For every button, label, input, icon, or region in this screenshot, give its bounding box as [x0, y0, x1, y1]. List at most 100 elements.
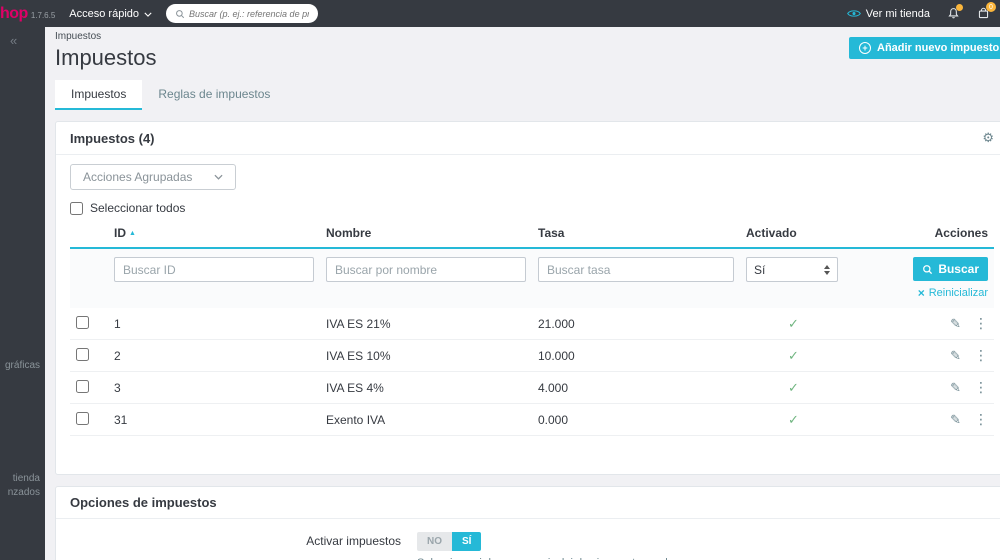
filter-actions: Buscar × Reinicializar: [913, 257, 988, 300]
tax-options-panel: Opciones de impuestos Activar impuestos …: [55, 486, 1000, 560]
global-search[interactable]: [166, 4, 319, 23]
filter-reset-label: Reinicializar: [928, 287, 988, 299]
row-checkbox[interactable]: [76, 379, 89, 393]
column-header-name[interactable]: Nombre: [320, 221, 532, 249]
filter-search-button[interactable]: Buscar: [913, 257, 988, 281]
view-shop-label: Ver mi tienda: [865, 7, 930, 20]
view-shop-link[interactable]: Ver mi tienda: [846, 7, 930, 20]
row-menu-dots-icon[interactable]: ⋮: [974, 379, 988, 396]
tax-options-header: Opciones de impuestos: [56, 487, 1000, 519]
close-icon: ×: [917, 286, 925, 300]
enabled-check-icon[interactable]: ✓: [788, 348, 799, 363]
cell-name: Exento IVA: [320, 403, 532, 436]
header-actions: + Añadir nuevo impuesto Ayuda: [849, 37, 1000, 59]
bulk-actions-dropdown[interactable]: Acciones Agrupadas: [70, 164, 237, 190]
sort-asc-icon: ▲: [129, 230, 136, 237]
cell-rate: 21.000: [532, 308, 740, 340]
enable-taxes-toggle: NO SÍ: [417, 532, 482, 551]
cell-id: 2: [108, 339, 320, 372]
tab-tax-rules[interactable]: Reglas de impuestos: [142, 80, 286, 110]
filter-reset-link[interactable]: × Reinicializar: [918, 286, 988, 300]
cell-rate: 10.000: [532, 339, 740, 372]
quick-access-menu[interactable]: Acceso rápido: [69, 8, 152, 20]
sidebar-item-partial-1[interactable]: gráficas: [5, 360, 40, 371]
quick-access-label: Acceso rápido: [69, 7, 140, 20]
eye-icon: [846, 9, 861, 18]
add-new-tax-label: Añadir nuevo impuesto: [877, 42, 1000, 54]
tax-options-form: Activar impuestos NO SÍ Selecciona si de…: [56, 519, 1000, 560]
page-tabs: Impuestos Reglas de impuestos: [55, 80, 1000, 110]
filter-id-input[interactable]: [114, 257, 314, 282]
notifications-bell-button[interactable]: [947, 4, 963, 20]
sidebar-collapse-button[interactable]: «: [0, 27, 45, 48]
filter-rate-input[interactable]: [538, 257, 734, 282]
column-header-rate[interactable]: Tasa: [532, 221, 740, 249]
tax-options-title: Opciones de impuestos: [70, 495, 217, 510]
toggle-yes-option[interactable]: SÍ: [452, 532, 482, 551]
sidebar-item-partial-3[interactable]: nzados: [8, 487, 40, 498]
logo-version: 1.7.6.5: [30, 10, 56, 20]
grid-footer-space: [70, 436, 994, 474]
global-search-input[interactable]: [189, 8, 310, 19]
row-menu-dots-icon[interactable]: ⋮: [974, 315, 988, 332]
taxes-panel-body: Acciones Agrupadas Seleccionar todos ID …: [56, 155, 1000, 474]
logo-text: hop: [0, 4, 28, 22]
grid-settings-gear-icon[interactable]: ⚙: [982, 130, 994, 146]
cell-id: 31: [108, 403, 320, 436]
filter-search-label: Buscar: [938, 262, 979, 276]
cell-id: 3: [108, 371, 320, 404]
enable-taxes-label: Activar impuestos: [306, 534, 401, 548]
select-all-checkbox[interactable]: [70, 201, 83, 215]
table-header-row: ID ▲ Nombre Tasa Activado Acciones: [70, 221, 994, 249]
select-all-label: Seleccionar todos: [90, 201, 186, 215]
row-checkbox[interactable]: [76, 315, 89, 329]
select-arrows-icon: [824, 264, 830, 275]
plus-circle-icon: +: [859, 42, 871, 54]
add-new-tax-button[interactable]: + Añadir nuevo impuesto: [849, 37, 1000, 59]
cell-name: IVA ES 21%: [320, 308, 532, 340]
edit-icon[interactable]: ✎: [950, 412, 961, 428]
cell-name: IVA ES 4%: [320, 371, 532, 404]
enabled-check-icon[interactable]: ✓: [788, 380, 799, 395]
edit-icon[interactable]: ✎: [950, 380, 961, 396]
sidebar-item-partial-2[interactable]: tienda: [13, 473, 40, 484]
filter-row: Sí Buscar: [70, 248, 994, 308]
taxes-panel-title: Impuestos (4): [70, 130, 155, 146]
cell-rate: 4.000: [532, 371, 740, 404]
row-menu-dots-icon[interactable]: ⋮: [974, 347, 988, 364]
filter-enabled-select[interactable]: Sí: [746, 257, 838, 282]
filter-name-input[interactable]: [326, 257, 526, 282]
column-header-checkbox: [70, 221, 108, 249]
search-icon: [175, 9, 185, 19]
edit-icon[interactable]: ✎: [950, 316, 961, 332]
cell-name: IVA ES 10%: [320, 339, 532, 372]
bell-badge: [956, 4, 963, 11]
cell-rate: 0.000: [532, 403, 740, 436]
topbar: hop 1.7.6.5 Acceso rápido Ver mi tienda: [0, 0, 1000, 27]
orders-badge: 0: [986, 2, 996, 12]
tab-taxes[interactable]: Impuestos: [55, 80, 143, 110]
enabled-check-icon[interactable]: ✓: [788, 412, 799, 427]
bulk-actions-label: Acciones Agrupadas: [83, 170, 193, 184]
row-checkbox[interactable]: [76, 411, 89, 425]
row-checkbox[interactable]: [76, 347, 89, 361]
table-row[interactable]: 31 Exento IVA 0.000 ✓ ✎ ⋮: [70, 403, 994, 436]
toggle-no-option[interactable]: NO: [417, 532, 452, 551]
search-icon: [922, 264, 933, 275]
table-row[interactable]: 2 IVA ES 10% 10.000 ✓ ✎ ⋮: [70, 339, 994, 372]
edit-icon[interactable]: ✎: [950, 348, 961, 364]
orders-notifications-button[interactable]: 0: [977, 2, 996, 20]
topbar-right: Ver mi tienda 0: [846, 2, 996, 20]
enabled-check-icon[interactable]: ✓: [788, 316, 799, 331]
taxes-table: ID ▲ Nombre Tasa Activado Acciones Busca…: [70, 221, 994, 436]
table-row[interactable]: 3 IVA ES 4% 4.000 ✓ ✎ ⋮: [70, 371, 994, 404]
column-header-id[interactable]: ID ▲: [108, 221, 320, 249]
taxes-panel-header: Impuestos (4) ⚙: [56, 122, 1000, 155]
table-row[interactable]: 1 IVA ES 21% 21.000 ✓ ✎ ⋮: [70, 308, 994, 340]
form-row-enable-taxes: Activar impuestos NO SÍ Selecciona si de…: [70, 531, 994, 560]
select-all-row: Seleccionar todos: [70, 201, 994, 215]
column-header-enabled[interactable]: Activado: [740, 221, 920, 249]
row-menu-dots-icon[interactable]: ⋮: [974, 411, 988, 428]
filter-empty-cell: [70, 248, 108, 308]
sidebar: « gráficas tienda nzados: [0, 27, 45, 560]
